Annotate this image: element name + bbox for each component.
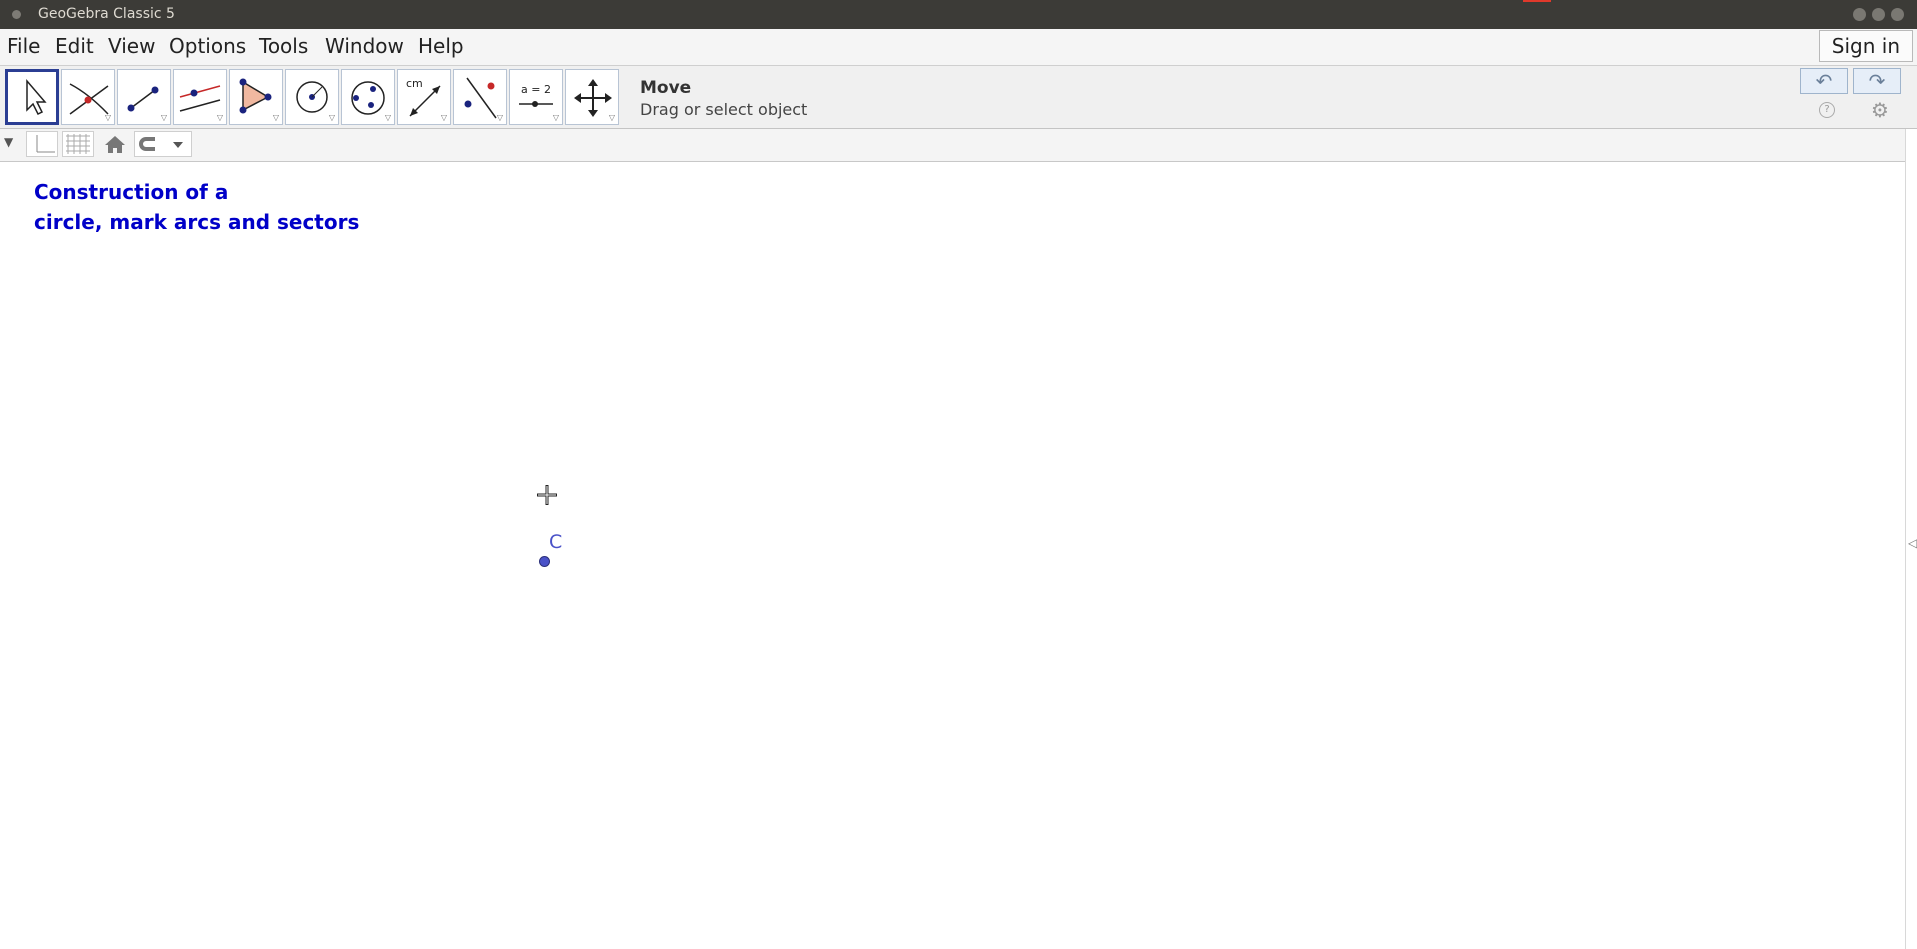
- construction-caption-text[interactable]: Construction of a circle, mark arcs and …: [34, 177, 359, 237]
- tool-circle-center-point[interactable]: ▽: [285, 69, 339, 125]
- show-grid-button[interactable]: [62, 131, 94, 157]
- title-bar-indicator: [1523, 0, 1551, 2]
- tool-segment[interactable]: ▽: [117, 69, 171, 125]
- chevron-down-icon: ▽: [552, 113, 559, 122]
- home-icon: [105, 136, 125, 153]
- standard-view-button[interactable]: [100, 131, 130, 157]
- move-arrow-icon: [26, 78, 47, 116]
- tool-move[interactable]: [5, 69, 59, 125]
- undo-icon: ↶: [1815, 69, 1833, 93]
- chevron-down-icon: ▽: [496, 113, 503, 122]
- graphics-style-bar: ▼: [0, 129, 1905, 162]
- tool-slider[interactable]: a = 2 ▽: [509, 69, 563, 125]
- grid-icon: [66, 134, 90, 154]
- magnet-icon: [139, 137, 183, 151]
- chevron-down-icon: ▽: [608, 113, 615, 122]
- tool-description: Move Drag or select object: [640, 78, 807, 119]
- chevron-down-icon: ▽: [104, 113, 111, 122]
- window-title: GeoGebra Classic 5: [38, 6, 175, 22]
- chevron-down-icon: ▽: [384, 113, 391, 122]
- active-tool-name: Move: [640, 78, 692, 98]
- chevron-down-icon: ▽: [328, 113, 335, 122]
- tool-intersect[interactable]: ▽: [61, 69, 115, 125]
- active-tool-hint: Drag or select object: [640, 100, 808, 119]
- crosshair-cursor-icon: [537, 485, 557, 505]
- help-icon[interactable]: ?: [1819, 102, 1835, 118]
- menu-tools[interactable]: Tools: [259, 34, 308, 58]
- view-divider[interactable]: [1905, 129, 1906, 949]
- redo-button[interactable]: ↷: [1853, 68, 1901, 94]
- point-capturing-dropdown[interactable]: [134, 131, 192, 157]
- tool-move-graphics-view[interactable]: ▽: [565, 69, 619, 125]
- tool-reflect[interactable]: ▽: [453, 69, 507, 125]
- gear-icon[interactable]: ⚙: [1871, 98, 1889, 122]
- menu-edit[interactable]: Edit: [55, 34, 94, 58]
- axes-icon: [36, 135, 55, 153]
- collapse-panel-icon[interactable]: ◁: [1908, 536, 1917, 550]
- menu-help[interactable]: Help: [418, 34, 464, 58]
- point-c[interactable]: [539, 556, 550, 567]
- tool-circle-three-points[interactable]: ▽: [341, 69, 395, 125]
- caption-line-2: circle, mark arcs and sectors: [34, 210, 360, 234]
- minimize-icon[interactable]: [1853, 8, 1866, 21]
- chevron-down-icon: ▽: [272, 113, 279, 122]
- graphics-view[interactable]: [0, 162, 1905, 949]
- show-axes-button[interactable]: [26, 131, 58, 157]
- chevron-down-icon: ▽: [216, 113, 223, 122]
- svg-text:cm: cm: [406, 77, 423, 90]
- window-title-bar: GeoGebra Classic 5: [0, 0, 1917, 29]
- close-icon[interactable]: [1891, 8, 1904, 21]
- tool-parallel-line[interactable]: ▽: [173, 69, 227, 125]
- point-c-label[interactable]: C: [549, 531, 562, 553]
- tool-distance[interactable]: cm ▽: [397, 69, 451, 125]
- style-bar-toggle-icon[interactable]: ▼: [4, 135, 13, 149]
- menu-bar: File Edit View Options Tools Window Help…: [0, 29, 1917, 66]
- menu-options[interactable]: Options: [169, 34, 246, 58]
- svg-text:a = 2: a = 2: [521, 83, 551, 96]
- maximize-icon[interactable]: [1872, 8, 1885, 21]
- chevron-down-icon: ▽: [440, 113, 447, 122]
- redo-icon: ↷: [1868, 69, 1886, 93]
- toolbar: ▽ ▽ ▽ ▽ ▽ ▽ cm ▽ ▽ a = 2 ▽ ▽ Move Drag o…: [0, 66, 1917, 129]
- app-menu-icon[interactable]: [12, 10, 21, 19]
- menu-file[interactable]: File: [7, 34, 40, 58]
- sign-in-button[interactable]: Sign in: [1818, 30, 1913, 62]
- chevron-down-icon: ▽: [160, 113, 167, 122]
- undo-button[interactable]: ↶: [1800, 68, 1848, 94]
- menu-view[interactable]: View: [108, 34, 155, 58]
- caption-line-1: Construction of a: [34, 180, 229, 204]
- menu-window[interactable]: Window: [325, 34, 404, 58]
- tool-polygon[interactable]: ▽: [229, 69, 283, 125]
